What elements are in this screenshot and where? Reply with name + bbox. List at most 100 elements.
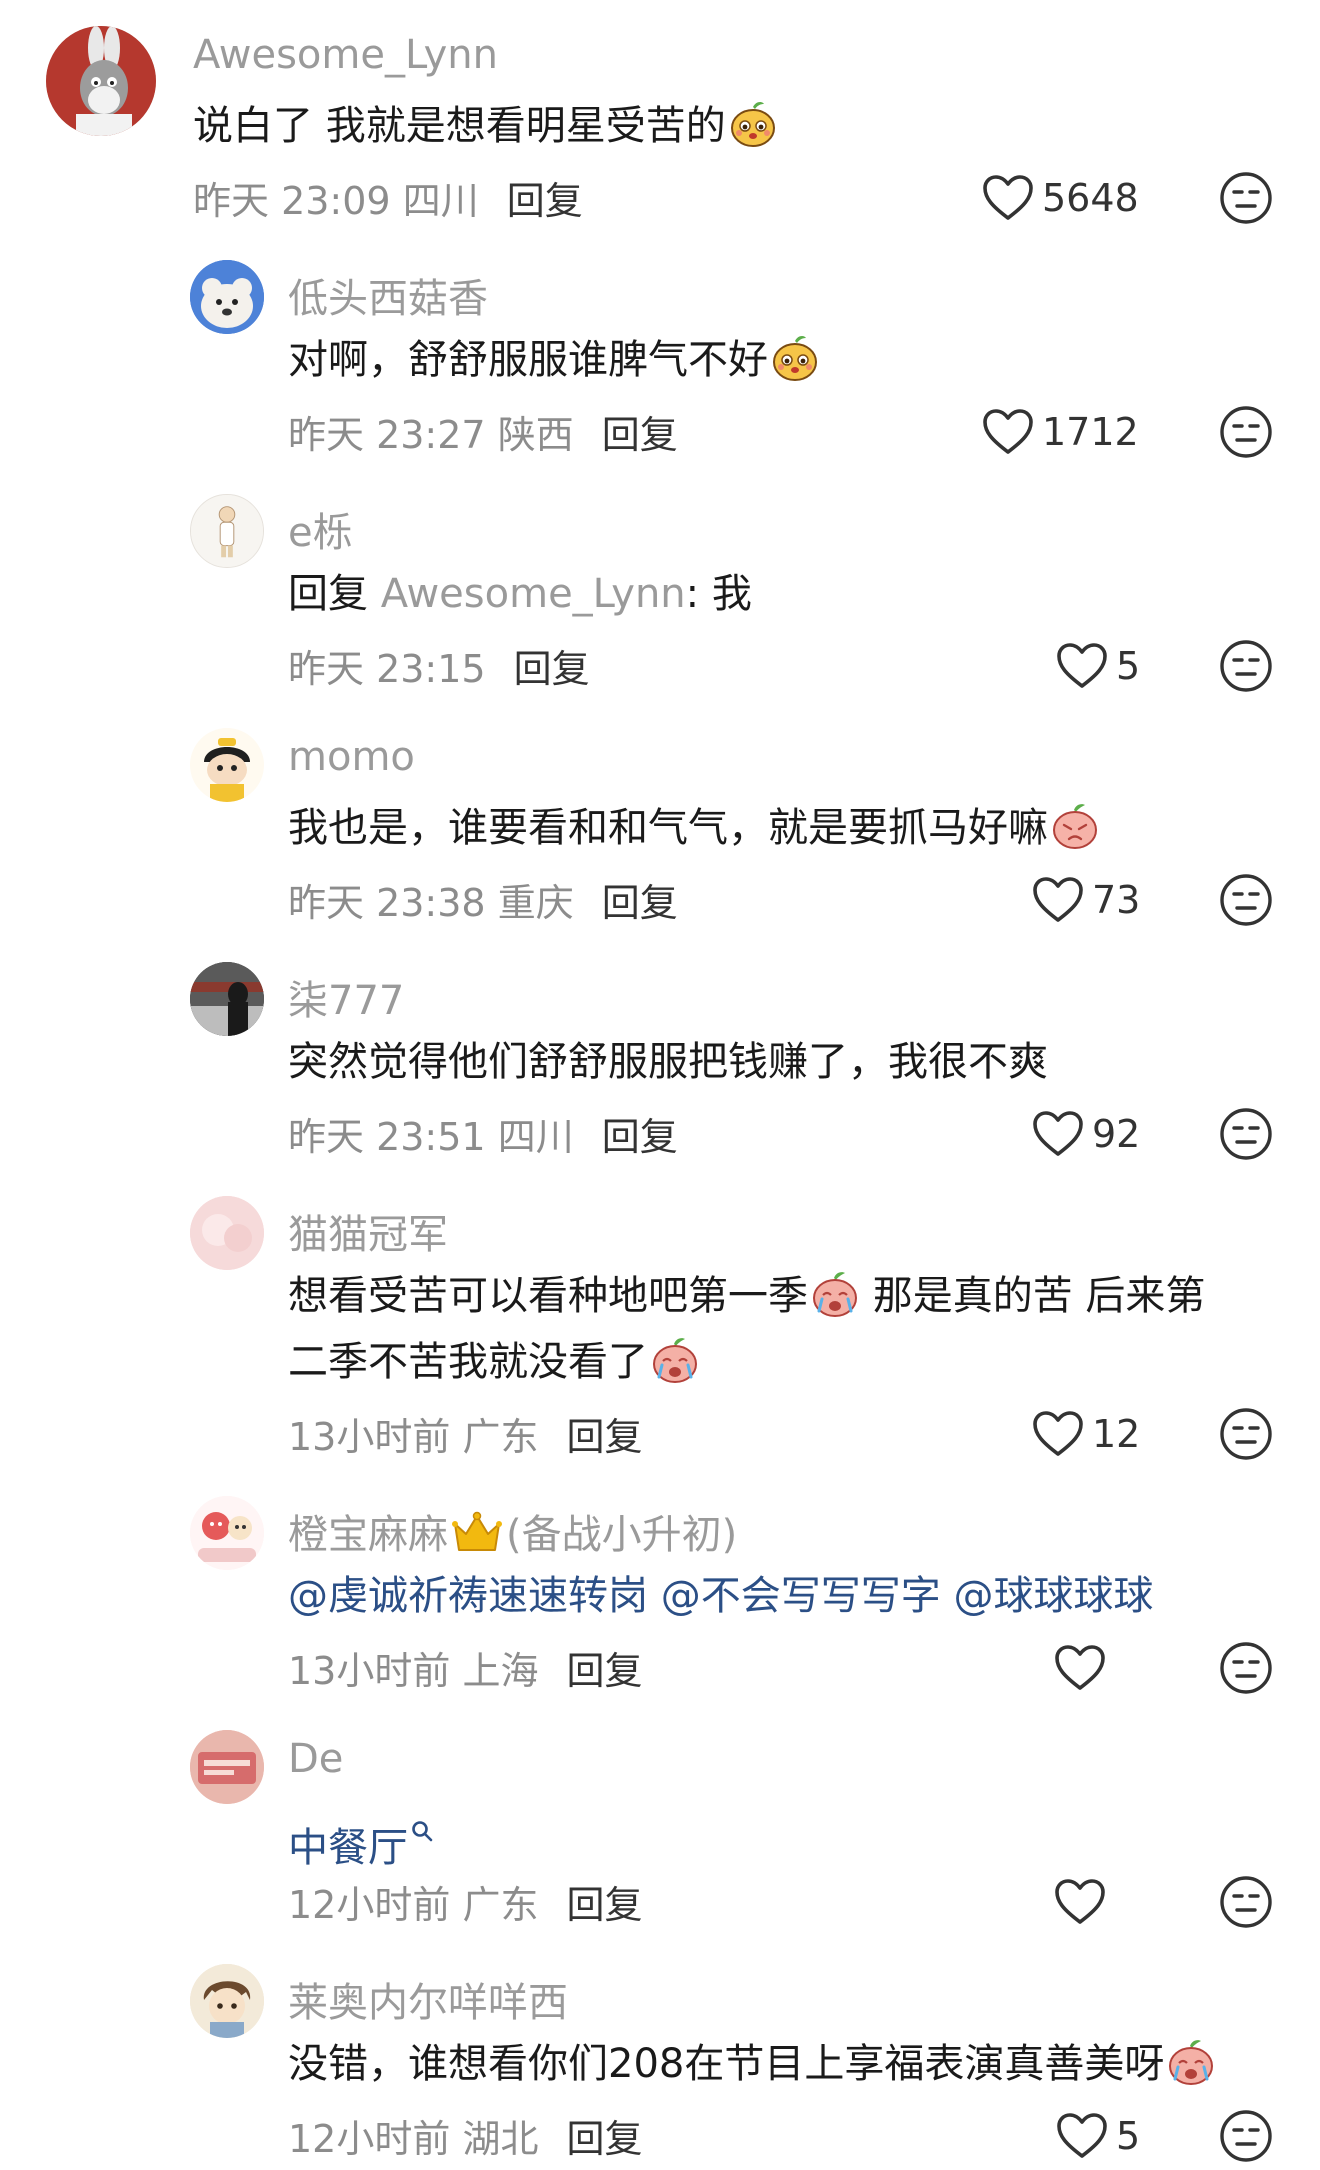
username[interactable]: e栎 <box>288 500 353 558</box>
like-button[interactable] <box>1054 1872 1114 1932</box>
username[interactable]: momo <box>288 734 415 780</box>
meh-face-icon <box>1218 1874 1274 1930</box>
comment-text-content: : 我 <box>685 571 752 617</box>
avatar[interactable] <box>190 1964 264 2038</box>
timestamp: 昨天 23:38 <box>288 881 486 925</box>
heart-icon <box>982 174 1034 222</box>
username[interactable]: Awesome_Lynn <box>193 32 498 78</box>
reply-button[interactable]: 回复 <box>514 647 590 691</box>
location: 广东 <box>462 1415 539 1459</box>
reply-button[interactable]: 回复 <box>566 1415 642 1459</box>
avatar[interactable] <box>190 494 264 568</box>
reply-button[interactable]: 回复 <box>602 881 678 925</box>
reply-button[interactable]: 回复 <box>602 413 678 457</box>
like-button[interactable]: 5648 <box>982 168 1139 228</box>
comment-text-content: 那是真的苦 后来第 <box>860 1273 1206 1319</box>
comment-text-content: 我也是，谁要看和和气气，就是要抓马好嘛 <box>288 805 1048 851</box>
meh-face-icon <box>1218 170 1274 226</box>
timestamp: 13小时前 <box>288 1415 451 1459</box>
username[interactable]: 莱奥内尔咩咩西 <box>288 1970 568 2028</box>
heart-icon <box>1032 876 1084 924</box>
username-text: 橙宝麻麻 <box>288 1512 448 1558</box>
heart-icon <box>1056 642 1108 690</box>
avatar[interactable] <box>190 1196 264 1270</box>
dislike-button[interactable] <box>1218 1406 1274 1462</box>
comment-meta: 昨天 23:15 回复 <box>288 638 590 693</box>
avatar[interactable] <box>190 728 264 802</box>
rabbit-cartoon-icon <box>46 26 156 136</box>
mention-link[interactable]: @球球球球 <box>953 1573 1153 1619</box>
cartoon-boy-icon <box>190 728 264 802</box>
cartoon-group-icon <box>190 1496 264 1570</box>
heart-icon <box>1032 1410 1084 1458</box>
comment-text: 没错，谁想看你们208在节目上享福表演真善美呀 <box>288 2031 1216 2097</box>
username[interactable]: 柒777 <box>288 968 404 1026</box>
mango-face-emoji-icon <box>728 99 778 149</box>
dislike-button[interactable] <box>1218 1106 1274 1162</box>
timestamp: 昨天 23:15 <box>288 647 486 691</box>
reply-button[interactable]: 回复 <box>507 179 583 223</box>
dislike-button[interactable] <box>1218 404 1274 460</box>
reply-button[interactable]: 回复 <box>602 1115 678 1159</box>
mango-face-emoji-icon <box>770 333 820 383</box>
dislike-button[interactable] <box>1218 872 1274 928</box>
username[interactable]: 猫猫冠军 <box>288 1202 448 1260</box>
search-keyword-link[interactable]: 中餐厅 <box>288 1825 408 1871</box>
comment-meta: 13小时前 上海 回复 <box>288 1640 642 1695</box>
like-count: 5 <box>1116 644 1141 688</box>
avatar[interactable] <box>190 260 264 334</box>
street-photo-icon <box>190 962 264 1036</box>
dislike-button[interactable] <box>1218 1874 1274 1930</box>
dislike-button[interactable] <box>1218 170 1274 226</box>
avatar[interactable] <box>190 962 264 1036</box>
location: 广东 <box>462 1883 539 1927</box>
username[interactable]: 低头西菇香 <box>288 266 488 324</box>
dislike-button[interactable] <box>1218 1640 1274 1696</box>
like-button[interactable]: 73 <box>1032 870 1140 930</box>
mention-link[interactable]: @虔诚祈祷速速转岗 <box>288 1573 648 1619</box>
like-button[interactable]: 5 <box>1056 2106 1140 2166</box>
heart-icon <box>1056 2112 1108 2160</box>
comment-text: 想看受苦可以看种地吧第一季 那是真的苦 后来第 <box>288 1263 1205 1329</box>
username[interactable]: 橙宝麻麻 (备战小升初) <box>288 1502 737 1560</box>
comment-meta: 12小时前 湖北 回复 <box>288 2108 642 2163</box>
dislike-button[interactable] <box>1218 638 1274 694</box>
location: 四川 <box>497 1115 574 1159</box>
like-button[interactable]: 12 <box>1032 1404 1140 1464</box>
avatar[interactable] <box>190 1496 264 1570</box>
location: 四川 <box>402 179 479 223</box>
comment-text-content: 说白了 我就是想看明星受苦的 <box>193 103 726 149</box>
username[interactable]: De <box>288 1736 343 1782</box>
dislike-button[interactable] <box>1218 2108 1274 2164</box>
like-button[interactable]: 1712 <box>982 402 1139 462</box>
peach-sick-emoji-icon <box>1166 2037 1216 2087</box>
comment-meta: 昨天 23:51 四川 回复 <box>288 1106 678 1161</box>
timestamp: 昨天 23:51 <box>288 1115 486 1159</box>
peach-hurt-emoji-icon <box>1050 801 1100 851</box>
reply-to-username[interactable]: Awesome_Lynn <box>381 571 686 617</box>
comment-text-content: 想看受苦可以看种地吧第一季 <box>288 1273 808 1319</box>
reply-button[interactable]: 回复 <box>566 1649 642 1693</box>
like-button[interactable]: 5 <box>1056 636 1140 696</box>
comment-text: 说白了 我就是想看明星受苦的 <box>193 93 778 159</box>
like-button[interactable] <box>1054 1638 1114 1698</box>
meh-face-icon <box>1218 638 1274 694</box>
pink-blur-icon <box>190 1196 264 1270</box>
reply-button[interactable]: 回复 <box>566 2117 642 2161</box>
meh-face-icon <box>1218 1640 1274 1696</box>
comment-text-line-2: 二季不苦我就没看了 <box>288 1329 700 1395</box>
avatar[interactable] <box>46 26 156 136</box>
meh-face-icon <box>1218 404 1274 460</box>
meh-face-icon <box>1218 872 1274 928</box>
mention-link[interactable]: @不会写写写字 <box>661 1573 941 1619</box>
search-icon[interactable] <box>410 1797 434 1842</box>
like-button[interactable]: 92 <box>1032 1104 1140 1164</box>
like-count: 1712 <box>1042 410 1139 454</box>
location: 重庆 <box>497 881 574 925</box>
like-count: 5648 <box>1042 176 1139 220</box>
comment-text-content: 二季不苦我就没看了 <box>288 1339 648 1385</box>
pink-card-icon <box>190 1730 264 1804</box>
comment-text-content: 没错，谁想看你们208在节目上享福表演真善美呀 <box>288 2041 1165 2087</box>
avatar[interactable] <box>190 1730 264 1804</box>
reply-button[interactable]: 回复 <box>566 1883 642 1927</box>
